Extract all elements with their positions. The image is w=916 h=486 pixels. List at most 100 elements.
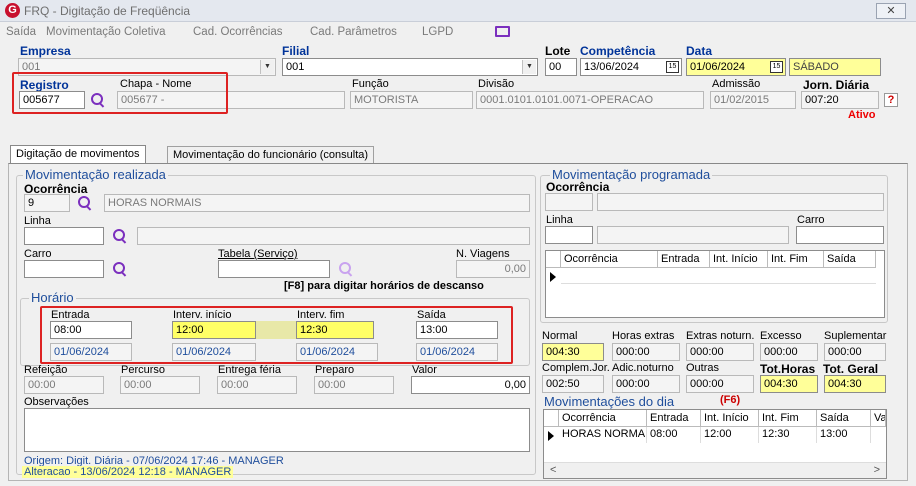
tot-horas-label: Tot.Horas (760, 362, 816, 376)
col-int-inicio[interactable]: Int. Início (710, 251, 768, 268)
viagens-label: N. Viagens (456, 248, 510, 260)
jornada-label: Jorn. Diária (803, 78, 870, 92)
int-fim-label: Interv. fim (297, 309, 345, 321)
col-valor[interactable]: Va (871, 410, 886, 427)
valor-field[interactable]: 0,00 (411, 376, 530, 394)
competencia-label: Competência (580, 44, 656, 58)
menu-movimentacao-coletiva[interactable]: Movimentação Coletiva (46, 26, 166, 38)
search-icon[interactable] (77, 195, 93, 211)
prog-linha-field (545, 226, 593, 244)
complem-field: 002:50 (542, 375, 604, 393)
horizontal-scrollbar[interactable]: < > (544, 462, 886, 478)
saida-time-field[interactable]: 13:00 (416, 321, 498, 339)
excesso-field: 000:00 (760, 343, 818, 361)
int-inicio-time-field[interactable]: 12:00 (172, 321, 256, 339)
grid-corner (546, 251, 561, 268)
tabela-field[interactable] (218, 260, 330, 278)
col-int-fim[interactable]: Int. Fim (759, 410, 817, 427)
col-entrada[interactable]: Entrada (658, 251, 710, 268)
jornada-field: 007:20 (801, 91, 879, 109)
programada-grid[interactable]: Ocorrência Entrada Int. Início Int. Fim … (545, 250, 885, 318)
admissao-field: 01/02/2015 (710, 91, 796, 109)
menu-cad-ocorrencias[interactable]: Cad. Ocorrências (193, 26, 282, 38)
competencia-field[interactable]: 13/06/2024 15 (580, 58, 682, 76)
scroll-left-icon[interactable]: < (550, 464, 556, 476)
tab-digitacao[interactable]: Digitação de movimentos (10, 145, 146, 163)
calendar-icon[interactable]: 15 (666, 61, 679, 73)
calendar-icon[interactable]: 15 (770, 61, 783, 73)
saida-date-field: 01/06/2024 (416, 343, 498, 361)
int-inicio-label: Interv. início (173, 309, 232, 321)
tab-movimentacao-consulta[interactable]: Movimentação do funcionário (consulta) (167, 146, 375, 164)
entrada-date-field: 01/06/2024 (50, 343, 132, 361)
alteracao-text: Alteracao - 13/06/2024 12:18 - MANAGER (22, 466, 234, 478)
int-inicio-date-field: 01/06/2024 (172, 343, 256, 361)
lote-field[interactable]: 00 (545, 58, 577, 76)
extras-label: Horas extras (612, 330, 675, 342)
ocorrencia-code-field[interactable]: 9 (24, 194, 70, 212)
viagens-field[interactable]: 0,00 (456, 260, 530, 278)
prog-linha-label: Linha (546, 214, 573, 226)
scroll-right-icon[interactable]: > (874, 464, 880, 476)
table-row[interactable] (561, 268, 876, 284)
row-pointer-icon (548, 431, 554, 441)
divisao-label: Divisão (478, 78, 515, 90)
linha-label: Linha (24, 215, 51, 227)
prog-ocorrencia-desc (597, 193, 884, 211)
close-button[interactable]: ✕ (876, 3, 906, 19)
entrega-field[interactable]: 00:00 (217, 376, 297, 394)
valor-label: Valor (412, 364, 437, 376)
table-row[interactable]: HORAS NORMAIS 08:00 12:00 12:30 13:00 (559, 427, 886, 443)
filial-select[interactable]: 001 ▼ (282, 58, 538, 76)
filial-label: Filial (282, 44, 310, 58)
prog-linha-desc (597, 226, 789, 244)
col-saida[interactable]: Saída (817, 410, 871, 427)
monitor-icon[interactable] (495, 26, 510, 37)
linha-desc-field (137, 227, 530, 245)
cell-saida: 13:00 (817, 427, 871, 443)
funcao-field: MOTORISTA (350, 91, 473, 109)
menu-saida[interactable]: Saída (6, 26, 36, 38)
dia-grid[interactable]: Ocorrência Entrada Int. Início Int. Fim … (543, 409, 887, 479)
col-ocorrencia[interactable]: Ocorrência (559, 410, 647, 427)
excesso-label: Excesso (760, 330, 802, 342)
outras-field: 000:00 (686, 375, 754, 393)
tot-geral-field: 004:30 (824, 375, 886, 393)
preparo-field[interactable]: 00:00 (314, 376, 394, 394)
col-entrada[interactable]: Entrada (647, 410, 701, 427)
col-int-inicio[interactable]: Int. Início (701, 410, 759, 427)
complem-label: Complem.Jor. (542, 362, 610, 374)
search-icon[interactable] (112, 228, 128, 244)
prog-ocorrencia-label: Ocorrência (546, 180, 610, 194)
search-icon[interactable] (112, 261, 128, 277)
empresa-label: Empresa (20, 44, 71, 58)
grid-corner (544, 410, 559, 427)
saida-label: Saída (417, 309, 446, 321)
linha-field[interactable] (24, 227, 104, 245)
realizada-title: Movimentação realizada (23, 167, 168, 182)
col-saida[interactable]: Saída (824, 251, 876, 268)
menu-cad-parametros[interactable]: Cad. Parâmetros (310, 26, 397, 38)
normal-field: 004:30 (542, 343, 604, 361)
dia-title: Movimentações do dia (544, 394, 675, 409)
status-ativo: Ativo (848, 109, 876, 121)
cell-entrada: 08:00 (647, 427, 701, 443)
cell-int-fim: 12:30 (759, 427, 817, 443)
col-ocorrencia[interactable]: Ocorrência (561, 251, 658, 268)
int-fim-time-field[interactable]: 12:30 (296, 321, 374, 339)
menu-lgpd[interactable]: LGPD (422, 26, 453, 38)
entrada-time-field[interactable]: 08:00 (50, 321, 132, 339)
percurso-field[interactable]: 00:00 (120, 376, 200, 394)
weekday-display: SÁBADO (789, 58, 881, 76)
data-field[interactable]: 01/06/2024 15 (686, 58, 786, 76)
col-int-fim[interactable]: Int. Fim (768, 251, 824, 268)
carro-field[interactable] (24, 260, 104, 278)
outras-label: Outras (686, 362, 720, 374)
search-icon[interactable] (338, 261, 354, 277)
f8-hint: [F8] para digitar horários de descanso (284, 280, 484, 292)
help-button[interactable]: ? (884, 93, 898, 107)
observacoes-field[interactable] (24, 408, 530, 452)
adic-noturno-label: Adic.noturno (612, 362, 674, 374)
tot-geral-label: Tot. Geral (823, 362, 879, 376)
refeicao-field[interactable]: 00:00 (24, 376, 104, 394)
